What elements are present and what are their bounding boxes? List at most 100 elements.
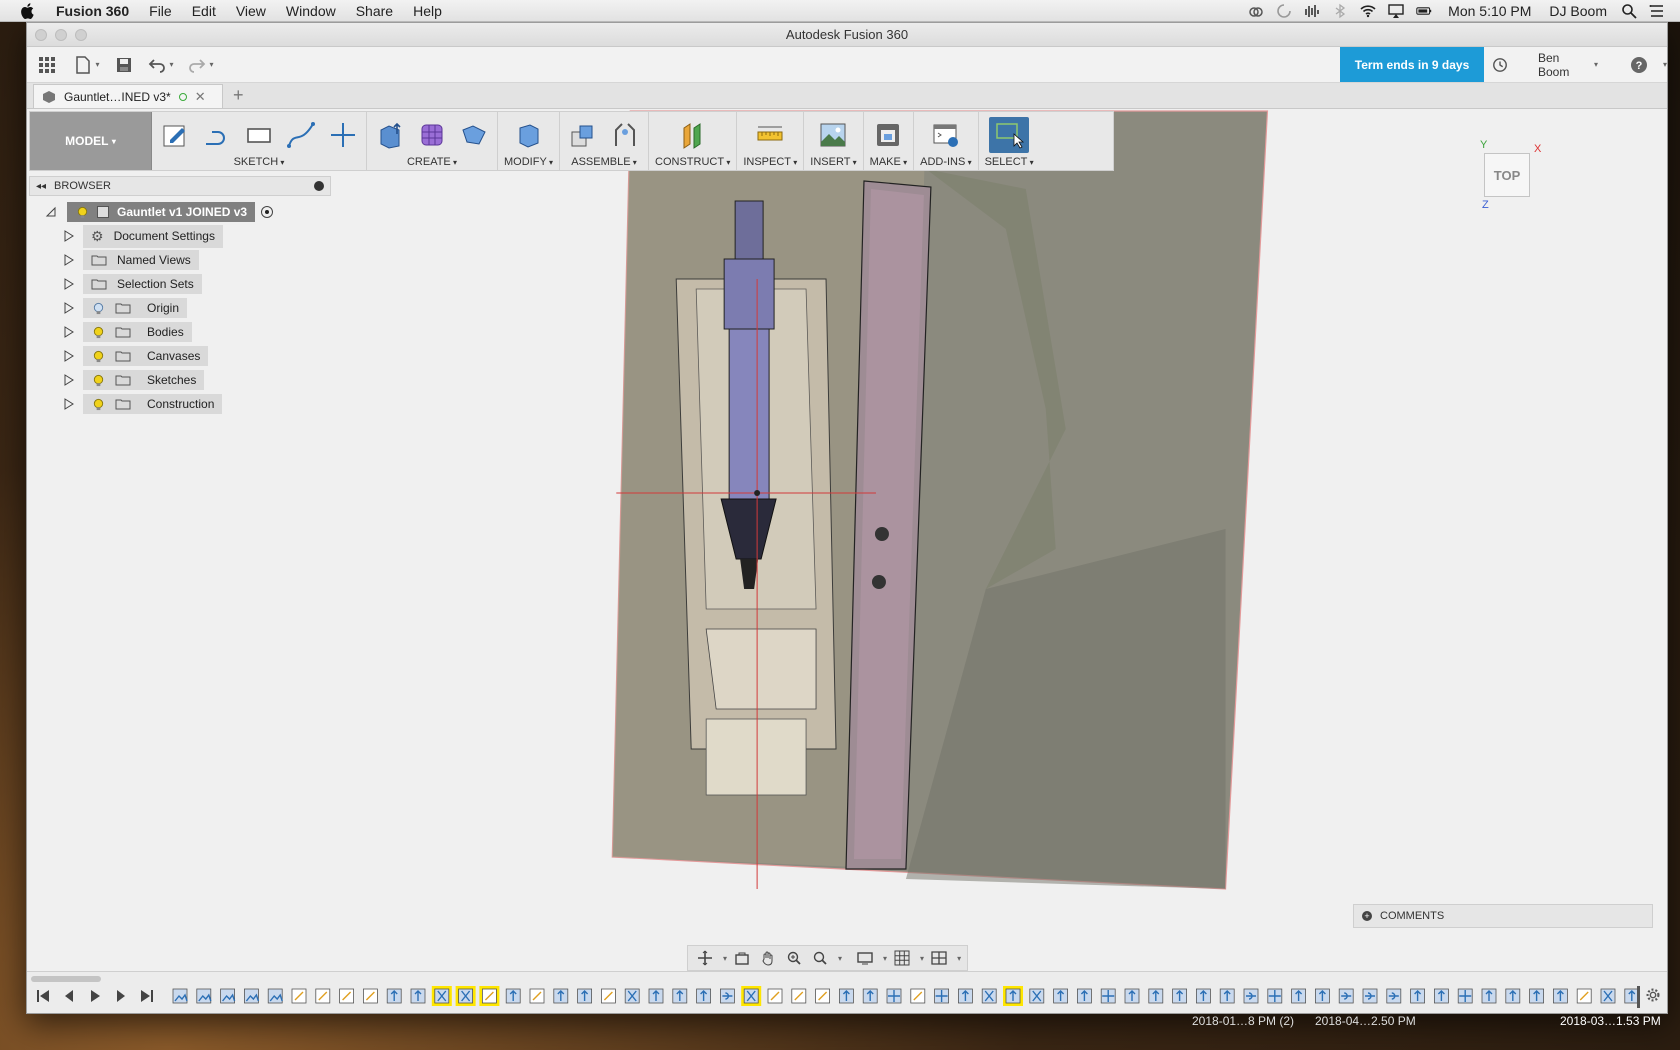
visibility-bulb-icon[interactable]: [75, 205, 89, 219]
close-tab-icon[interactable]: ✕: [195, 89, 206, 105]
select-menu[interactable]: SELECT: [985, 156, 1034, 168]
add-ins-menu[interactable]: ADD-INS: [920, 156, 971, 168]
view-cube[interactable]: Y X TOP Z: [1480, 139, 1541, 211]
timeline-feature-icon[interactable]: [720, 988, 735, 1004]
timeline-feature-icon[interactable]: [315, 988, 331, 1004]
timeline-feature-icon[interactable]: [196, 988, 212, 1004]
menu-clock[interactable]: Mon 5:10 PM: [1438, 3, 1541, 19]
design-canvas[interactable]: MODEL ▾ SKETCH CREATE: [27, 109, 1667, 971]
comments-panel[interactable]: + COMMENTS: [1353, 904, 1653, 928]
create-menu[interactable]: CREATE: [407, 156, 457, 168]
menu-window[interactable]: Window: [276, 0, 346, 22]
timeline-feature-icon[interactable]: [1386, 988, 1402, 1004]
step-back-icon[interactable]: [59, 986, 79, 1006]
timeline-feature-icon[interactable]: [431, 986, 452, 1006]
document-tab[interactable]: Gauntlet…INED v3* ✕: [33, 84, 223, 108]
browser-node-canvases[interactable]: Canvases: [29, 344, 331, 368]
account-name[interactable]: Ben Boom: [1538, 51, 1579, 79]
desktop-file-label-1[interactable]: 2018-01…8 PM (2): [1192, 1014, 1294, 1028]
timeline-feature-icon[interactable]: [1124, 988, 1140, 1004]
menu-help[interactable]: Help: [403, 0, 452, 22]
collapse-browser-icon[interactable]: ◂◂: [36, 181, 46, 192]
timeline-feature-icon[interactable]: [577, 988, 593, 1004]
account-caret-icon[interactable]: ▾: [1594, 60, 1598, 69]
visibility-bulb-icon[interactable]: [91, 397, 105, 411]
menu-view[interactable]: View: [226, 0, 276, 22]
offset-plane-icon[interactable]: [676, 118, 710, 152]
play-icon[interactable]: [85, 986, 105, 1006]
timeline-feature-icon[interactable]: [479, 986, 500, 1006]
browser-node-selection-sets[interactable]: Selection Sets: [29, 272, 331, 296]
visibility-bulb-icon[interactable]: [91, 325, 105, 339]
timeline-feature-strip[interactable]: [169, 986, 1649, 1008]
timeline-feature-icon[interactable]: [1267, 988, 1283, 1004]
sync-icon[interactable]: [1273, 0, 1295, 22]
timeline-feature-icon[interactable]: [1505, 988, 1521, 1004]
expand-triangle-icon[interactable]: [63, 302, 75, 314]
timeline-feature-icon[interactable]: [1196, 988, 1211, 1004]
timeline-feature-icon[interactable]: [267, 988, 283, 1004]
select-tool-icon[interactable]: [989, 117, 1030, 153]
timeline-feature-icon[interactable]: [600, 988, 616, 1004]
joint-icon[interactable]: [608, 118, 642, 152]
close-window-button[interactable]: [35, 29, 47, 41]
timeline-feature-icon[interactable]: [1053, 988, 1068, 1004]
timeline-feature-icon[interactable]: [1315, 988, 1330, 1004]
spline-tool-icon[interactable]: [284, 118, 318, 152]
scripts-add-ins-icon[interactable]: [929, 118, 963, 152]
airplay-icon[interactable]: [1385, 0, 1407, 22]
timeline-feature-icon[interactable]: [767, 988, 783, 1004]
timeline-feature-icon[interactable]: [741, 986, 762, 1006]
timeline-feature-icon[interactable]: [624, 988, 640, 1004]
browser-node-bodies[interactable]: Bodies: [29, 320, 331, 344]
timeline-feature-icon[interactable]: [1624, 988, 1640, 1004]
wifi-icon[interactable]: [1357, 0, 1379, 22]
look-at-icon[interactable]: [731, 948, 753, 968]
undo-icon[interactable]: ▾: [141, 51, 181, 79]
timeline-feature-icon[interactable]: [172, 988, 188, 1004]
make-menu[interactable]: MAKE: [870, 156, 907, 168]
activate-component-radio[interactable]: [261, 206, 274, 218]
sketch-menu[interactable]: SKETCH: [234, 156, 285, 168]
fit-zoom-window-icon[interactable]: [809, 948, 831, 968]
timeline-feature-icon[interactable]: [1219, 988, 1235, 1004]
timeline-feature-icon[interactable]: [1243, 988, 1259, 1004]
go-to-end-icon[interactable]: [137, 986, 157, 1006]
data-panel-grid-icon[interactable]: [27, 51, 67, 79]
menu-user-name[interactable]: DJ Boom: [1541, 3, 1615, 19]
desktop-file-label-3[interactable]: 2018-03…1.53 PM: [1560, 1014, 1661, 1028]
modify-menu[interactable]: MODIFY: [504, 156, 553, 168]
timeline-feature-icon[interactable]: [1553, 988, 1568, 1004]
form-icon[interactable]: [415, 118, 449, 152]
visibility-bulb-icon[interactable]: [91, 349, 105, 363]
workspace-switcher-button[interactable]: MODEL ▾: [30, 112, 152, 170]
timeline-feature-icon[interactable]: [1338, 988, 1354, 1004]
press-pull-icon[interactable]: [512, 118, 546, 152]
timeline-feature-icon[interactable]: [1291, 988, 1306, 1004]
new-component-icon[interactable]: [566, 118, 600, 152]
browser-node-named-views[interactable]: Named Views: [29, 248, 331, 272]
timeline-feature-icon[interactable]: [505, 988, 521, 1004]
timeline-feature-icon[interactable]: [839, 988, 854, 1004]
timeline-feature-icon[interactable]: [1576, 988, 1592, 1004]
menu-file[interactable]: File: [139, 0, 182, 22]
browser-pin-icon[interactable]: [314, 181, 324, 191]
apple-icon[interactable]: [16, 0, 38, 22]
timeline-feature-icon[interactable]: [362, 988, 378, 1004]
extrude-icon[interactable]: [373, 118, 407, 152]
help-icon[interactable]: ?: [1630, 56, 1648, 74]
browser-root-node[interactable]: Gauntlet v1 JOINED v3: [29, 200, 331, 224]
job-status-clock-icon[interactable]: [1492, 57, 1508, 73]
timeline-feature-icon[interactable]: [696, 988, 711, 1004]
menu-share[interactable]: Share: [346, 0, 403, 22]
bluetooth-icon[interactable]: [1329, 0, 1351, 22]
timeline-feature-icon[interactable]: [1481, 988, 1497, 1004]
file-menu-icon[interactable]: ▾: [67, 51, 107, 79]
browser-node-sketches[interactable]: Sketches: [29, 368, 331, 392]
orbit-icon[interactable]: [694, 948, 716, 968]
timeline-feature-icon[interactable]: [410, 988, 426, 1004]
measure-icon[interactable]: [753, 118, 787, 152]
timeline-feature-icon[interactable]: [1457, 988, 1473, 1004]
expand-triangle-icon[interactable]: [63, 374, 75, 386]
visibility-bulb-icon[interactable]: [91, 373, 105, 387]
